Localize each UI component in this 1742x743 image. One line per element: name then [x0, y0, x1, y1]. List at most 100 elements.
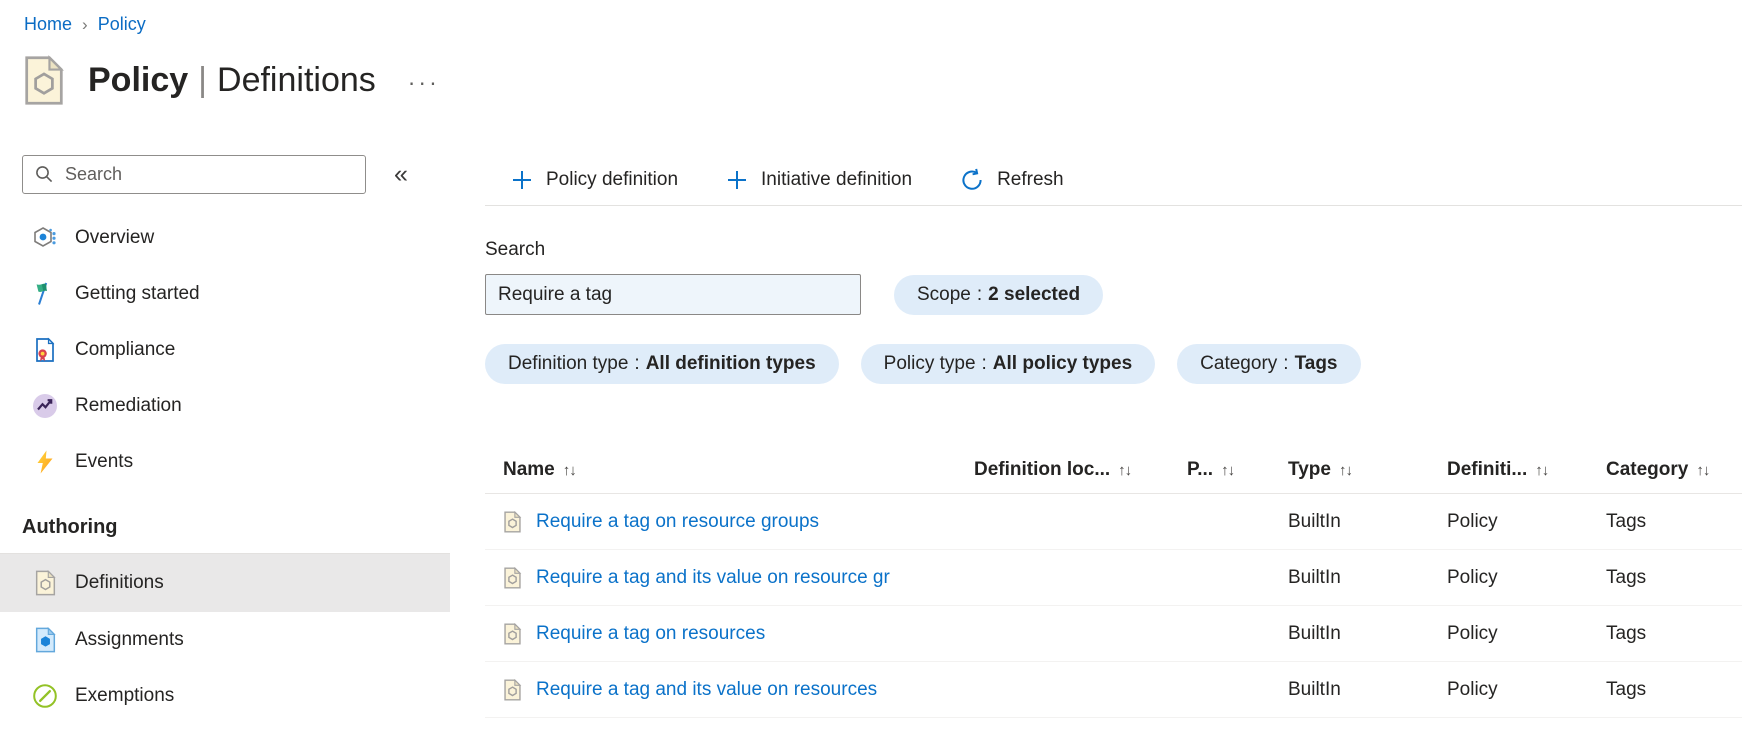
sidebar-item-label: Remediation	[75, 395, 182, 416]
filter-pill-definition-type[interactable]: Definition type : All definition types	[485, 344, 839, 384]
pill-label: Definition type	[508, 353, 629, 374]
column-label: Type	[1288, 458, 1331, 480]
column-label: Definiti...	[1447, 458, 1528, 480]
definition-link[interactable]: Require a tag on resource groups	[536, 511, 819, 533]
breadcrumb: Home › Policy	[0, 0, 1742, 35]
category-cell: Tags	[1606, 622, 1647, 644]
plus-icon	[728, 171, 747, 189]
sidebar-item-overview[interactable]: Overview	[0, 210, 450, 266]
column-label: P...	[1187, 458, 1214, 480]
column-header-definition-location[interactable]: Definition loc... ↑↓	[974, 459, 1187, 481]
sidebar-item-remediation[interactable]: Remediation	[0, 378, 450, 434]
sidebar-item-exemptions[interactable]: Exemptions	[0, 668, 450, 724]
content-pane: Policy definition Initiative definition …	[450, 155, 1742, 718]
definition-type-cell: Policy	[1447, 678, 1498, 700]
definition-search-input[interactable]	[485, 274, 861, 315]
pill-label: Policy type	[883, 353, 976, 374]
type-cell: BuiltIn	[1288, 566, 1341, 588]
page-title: Policy | Definitions	[88, 61, 376, 100]
column-header-definition-type[interactable]: Definiti... ↑↓	[1447, 459, 1606, 481]
table-row: Require a tag on resources BuiltIn Polic…	[485, 606, 1742, 662]
pill-value: 2 selected	[988, 283, 1081, 305]
pill-value: All definition types	[645, 353, 816, 374]
table-header-row: Name ↑↓ Definition loc... ↑↓ P... ↑↓ Typ…	[485, 446, 1742, 494]
toolbar-button-label: Refresh	[997, 169, 1064, 190]
more-options-icon[interactable]: ···	[408, 65, 440, 96]
filters-section: Search Scope : 2 selected Definition typ…	[485, 239, 1742, 384]
main-layout: « Overview	[0, 155, 1742, 724]
pill-separator: :	[634, 353, 640, 374]
breadcrumb-policy-link[interactable]: Policy	[98, 14, 146, 35]
refresh-button[interactable]: Refresh	[960, 168, 1064, 192]
sort-icon: ↑↓	[1221, 462, 1235, 479]
sidebar-authoring-nav: Definitions Assignments Exemptions	[0, 553, 450, 724]
definition-type-cell: Policy	[1447, 510, 1498, 532]
definition-link[interactable]: Require a tag and its value on resource …	[536, 567, 890, 589]
policy-definition-icon	[32, 570, 58, 596]
sidebar-item-assignments[interactable]: Assignments	[0, 612, 450, 668]
sidebar-item-label: Getting started	[75, 283, 200, 304]
name-cell: Require a tag on resource groups	[503, 510, 974, 533]
filter-pill-category[interactable]: Category : Tags	[1177, 344, 1361, 384]
sort-icon: ↑↓	[562, 462, 577, 479]
pill-separator: :	[976, 283, 983, 305]
category-cell: Tags	[1606, 510, 1647, 532]
type-cell: BuiltIn	[1288, 622, 1341, 644]
pill-value: Tags	[1294, 353, 1338, 374]
toolbar-button-label: Initiative definition	[761, 169, 913, 190]
collapse-sidebar-icon[interactable]: «	[394, 162, 408, 187]
definition-link[interactable]: Require a tag and its value on resources	[536, 679, 877, 701]
column-header-category[interactable]: Category ↑↓	[1606, 459, 1742, 481]
name-cell: Require a tag and its value on resource …	[503, 566, 974, 589]
category-cell: Tags	[1606, 678, 1647, 700]
sort-icon: ↑↓	[1118, 462, 1132, 479]
sidebar-item-events[interactable]: Events	[0, 434, 450, 490]
filter-pill-scope[interactable]: Scope : 2 selected	[894, 274, 1104, 315]
column-header-name[interactable]: Name ↑↓	[503, 459, 974, 481]
pill-label: Scope	[917, 283, 971, 305]
sidebar-item-compliance[interactable]: Compliance	[0, 322, 450, 378]
search-label: Search	[485, 239, 546, 260]
sidebar-item-label: Assignments	[75, 629, 184, 650]
column-header-policies[interactable]: P... ↑↓	[1187, 459, 1288, 481]
policy-definition-icon	[503, 566, 522, 589]
definition-type-cell: Policy	[1447, 622, 1498, 644]
refresh-icon	[962, 168, 982, 190]
sidebar-item-label: Overview	[75, 227, 155, 248]
pill-separator: :	[1283, 353, 1289, 374]
sidebar-search-input[interactable]	[22, 155, 366, 194]
toolbar: Policy definition Initiative definition …	[485, 155, 1742, 205]
events-icon	[32, 449, 58, 475]
sidebar-item-label: Exemptions	[75, 685, 175, 706]
definitions-table: Name ↑↓ Definition loc... ↑↓ P... ↑↓ Typ…	[485, 446, 1742, 718]
sidebar-item-getting-started[interactable]: Getting started	[0, 266, 450, 322]
name-cell: Require a tag on resources	[503, 622, 974, 645]
policy-document-icon	[22, 54, 66, 106]
sidebar-section-authoring: Authoring	[22, 516, 118, 538]
sort-icon: ↑↓	[1338, 462, 1353, 479]
type-cell: BuiltIn	[1288, 510, 1341, 532]
sidebar-item-label: Definitions	[75, 572, 164, 593]
search-icon	[36, 166, 53, 183]
policy-definition-icon	[503, 622, 522, 645]
remediation-icon	[32, 393, 58, 419]
page-title-divider: |	[198, 60, 208, 99]
sidebar-nav: Overview Getting started Compliance Reme…	[0, 210, 450, 490]
column-label: Definition loc...	[974, 458, 1111, 480]
breadcrumb-chevron-icon: ›	[82, 15, 88, 34]
sidebar-item-definitions[interactable]: Definitions	[0, 553, 450, 612]
filter-pill-policy-type[interactable]: Policy type : All policy types	[860, 344, 1156, 384]
column-header-type[interactable]: Type ↑↓	[1288, 459, 1447, 481]
sidebar: « Overview	[0, 155, 450, 724]
type-cell: BuiltIn	[1288, 678, 1341, 700]
initiative-definition-button[interactable]: Initiative definition	[726, 169, 912, 191]
overview-icon	[32, 225, 58, 251]
breadcrumb-home-link[interactable]: Home	[24, 14, 72, 35]
pill-value: All policy types	[992, 353, 1133, 374]
policy-definition-button[interactable]: Policy definition	[511, 169, 678, 191]
policy-definition-icon	[503, 510, 522, 533]
definition-link[interactable]: Require a tag on resources	[536, 623, 765, 645]
toolbar-button-label: Policy definition	[546, 169, 679, 190]
assignment-icon	[32, 627, 58, 653]
column-label: Name	[503, 458, 555, 480]
